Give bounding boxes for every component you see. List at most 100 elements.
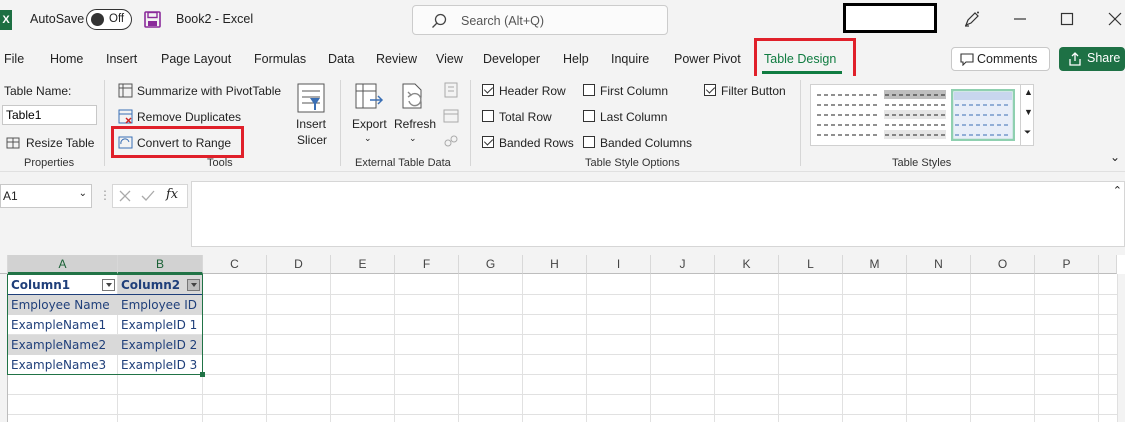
slicer-icon [297, 83, 325, 113]
column-header-a[interactable]: A [8, 255, 118, 274]
tab-insert[interactable]: Insert [106, 52, 137, 66]
banded-rows-checkbox[interactable] [482, 136, 494, 148]
last-column-checkbox[interactable] [583, 110, 595, 122]
tab-power-pivot[interactable]: Power Pivot [674, 52, 741, 66]
tab-file[interactable]: File [4, 52, 24, 66]
column-header-o[interactable]: O [971, 255, 1035, 274]
refresh-button[interactable]: Refresh ⌄ [393, 82, 436, 146]
insert-slicer-line1: Insert [296, 117, 327, 131]
share-button[interactable]: Share [1059, 47, 1125, 71]
tab-review[interactable]: Review [376, 52, 417, 66]
table-name-label: Table Name: [4, 84, 72, 98]
redacted-account-box [843, 3, 937, 33]
grid-line [778, 274, 779, 422]
grid-line [970, 274, 971, 422]
grid-line [8, 414, 1118, 415]
autosave-toggle[interactable]: Off [86, 9, 132, 30]
close-icon[interactable] [1108, 10, 1122, 28]
column-header-h[interactable]: H [523, 255, 587, 274]
chevron-up-icon[interactable]: ▲ [1024, 87, 1033, 97]
properties-small-icon[interactable] [443, 82, 459, 98]
vertical-scrollbar[interactable] [1117, 274, 1125, 422]
cancel-icon[interactable] [119, 190, 131, 202]
group-separator [470, 80, 471, 166]
unlink-icon[interactable] [443, 133, 459, 149]
table-resize-handle[interactable] [200, 372, 205, 377]
grid-line [330, 274, 331, 422]
collapse-ribbon-icon[interactable]: ⌄ [1110, 150, 1120, 164]
tab-developer[interactable]: Developer [483, 52, 540, 66]
column-header-b[interactable]: B [118, 255, 203, 274]
table-style-swatch-selected[interactable] [951, 89, 1015, 141]
insert-function-icon[interactable]: fx [166, 187, 178, 202]
column-header-m[interactable]: M [843, 255, 907, 274]
table-styles-group-label: Table Styles [892, 157, 952, 169]
column-header-g[interactable]: G [459, 255, 523, 274]
column-header-q[interactable] [1099, 255, 1117, 274]
column-header-e[interactable]: E [331, 255, 395, 274]
name-box[interactable]: A1 ⌄ [0, 184, 92, 208]
enter-icon[interactable] [141, 190, 155, 202]
table-style-swatch[interactable] [815, 89, 879, 141]
formula-input[interactable]: ⌃ [191, 181, 1125, 247]
grid-line [586, 274, 587, 422]
column-header-l[interactable]: L [779, 255, 843, 274]
column-header-f[interactable]: F [395, 255, 459, 274]
tab-help[interactable]: Help [563, 52, 589, 66]
chevron-down-icon[interactable]: ⌄ [79, 188, 87, 199]
minimize-icon[interactable] [1013, 10, 1027, 28]
tab-data[interactable]: Data [328, 52, 354, 66]
column-header-k[interactable]: K [715, 255, 779, 274]
grid-line [458, 274, 459, 422]
chevron-down-icon[interactable]: ▼ [1024, 107, 1033, 117]
banded-rows-label: Banded Rows [499, 136, 574, 150]
gallery-more-icon[interactable]: ⏷ [1024, 127, 1031, 138]
tab-formulas[interactable]: Formulas [254, 52, 306, 66]
tab-home[interactable]: Home [50, 52, 83, 66]
table-styles-gallery[interactable]: ▲ ▼ ⏷ [810, 84, 1034, 146]
select-all-corner[interactable] [0, 255, 8, 274]
column-header-p[interactable]: P [1035, 255, 1099, 274]
column-header-d[interactable]: D [267, 255, 331, 274]
formula-controls: fx [112, 184, 188, 208]
table-style-swatch[interactable] [883, 89, 947, 141]
refresh-icon [402, 83, 422, 109]
grid-line [522, 274, 523, 422]
pen-icon[interactable] [963, 10, 981, 28]
autosave-state: Off [109, 13, 125, 25]
banded-columns-checkbox[interactable] [583, 136, 595, 148]
share-label: Share [1087, 51, 1121, 65]
table-name-input[interactable] [2, 105, 97, 125]
first-column-checkbox[interactable] [583, 84, 595, 96]
tab-view[interactable]: View [436, 52, 463, 66]
save-icon[interactable] [144, 11, 161, 28]
pivottable-icon [118, 83, 133, 98]
tab-inquire[interactable]: Inquire [611, 52, 649, 66]
total-row-checkbox[interactable] [482, 110, 494, 122]
banded-columns-label: Banded Columns [600, 136, 693, 150]
maximize-icon[interactable] [1060, 10, 1074, 28]
grid-line [8, 394, 1118, 395]
group-separator [340, 80, 341, 166]
grid-line [714, 274, 715, 422]
tools-group-label: Tools [207, 157, 233, 169]
filter-button-checkbox[interactable] [704, 84, 716, 96]
cell-reference: A1 [3, 189, 18, 203]
convert-to-range-highlight [111, 126, 244, 158]
export-label: Export [352, 117, 387, 131]
column-header-i[interactable]: I [587, 255, 651, 274]
insert-slicer-button[interactable]: Insert Slicer [292, 82, 332, 150]
header-row-checkbox[interactable] [482, 84, 494, 96]
open-in-browser-icon[interactable] [443, 108, 459, 124]
search-box[interactable]: Search (Alt+Q) [412, 5, 668, 35]
comments-button[interactable]: Comments [951, 47, 1050, 71]
export-button[interactable]: Export ⌄ [350, 82, 390, 146]
tab-page-layout[interactable]: Page Layout [161, 52, 231, 66]
document-title: Book2 - Excel [176, 12, 254, 26]
search-icon [432, 13, 447, 28]
summarize-label: Summarize with PivotTable [137, 84, 282, 98]
column-header-n[interactable]: N [907, 255, 971, 274]
column-header-j[interactable]: J [651, 255, 715, 274]
collapse-formula-bar-icon[interactable]: ⌃ [1113, 184, 1122, 197]
column-header-c[interactable]: C [203, 255, 267, 274]
